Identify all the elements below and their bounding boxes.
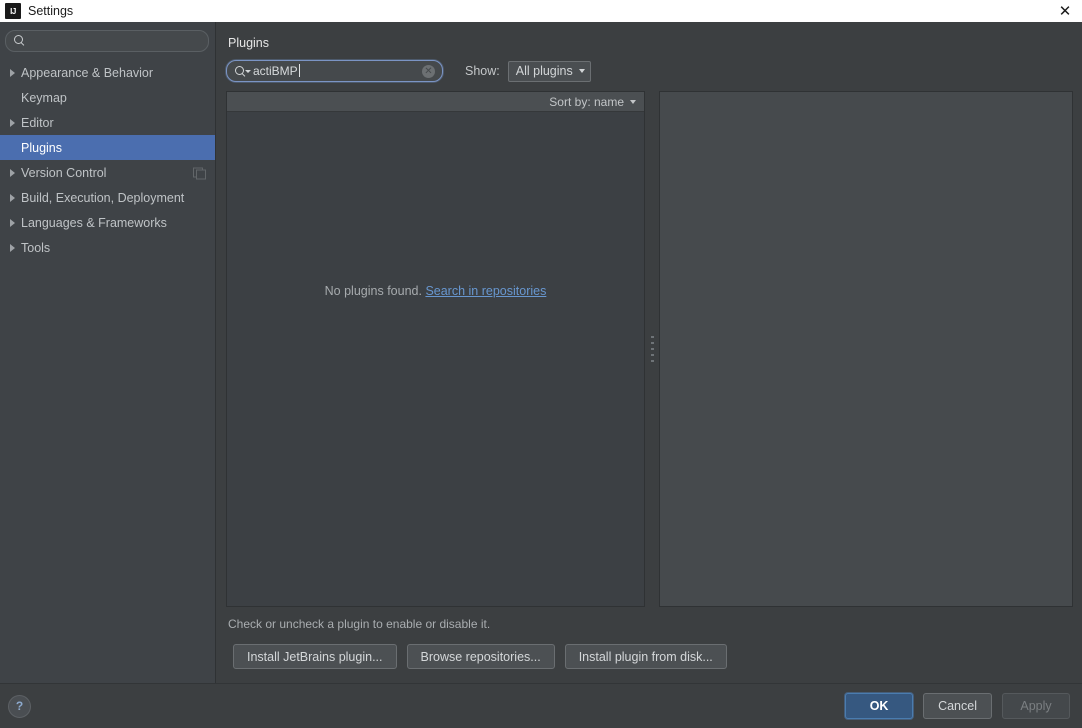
plugin-search-field[interactable]: actiBMP ✕ [226,60,443,82]
chevron-right-icon[interactable] [4,118,21,127]
ok-button[interactable]: OK [845,693,914,719]
project-scope-icon [193,167,206,179]
settings-tree: Appearance & Behavior Keymap Editor Plug… [0,60,215,683]
plugin-list-panel: Sort by: name No plugins found. Search i… [226,91,645,607]
clear-search-icon[interactable]: ✕ [422,64,435,78]
sidebar-item-version-control[interactable]: Version Control [0,160,215,185]
sidebar-item-appearance-behavior[interactable]: Appearance & Behavior [0,60,215,85]
splitter-handle-icon [650,336,654,362]
sidebar-item-label: Editor [21,115,54,130]
chevron-down-icon [578,69,585,73]
title-bar: IJ Settings ✕ [0,0,1082,22]
page-title: Plugins [228,36,269,50]
sidebar-item-tools[interactable]: Tools [0,235,215,260]
plugin-action-buttons: Install JetBrains plugin... Browse repos… [226,644,1073,669]
plugins-page: Plugins actiBMP ✕ Show: All plugins Sort… [216,22,1082,683]
cancel-button[interactable]: Cancel [923,693,992,719]
plugin-list-body: No plugins found. Search in repositories [227,112,644,606]
settings-sidebar: Appearance & Behavior Keymap Editor Plug… [0,22,216,683]
dialog-body: Appearance & Behavior Keymap Editor Plug… [0,22,1082,683]
sidebar-item-languages-frameworks[interactable]: Languages & Frameworks [0,210,215,235]
sidebar-item-label: Keymap [21,90,67,105]
close-icon[interactable]: ✕ [1048,0,1082,22]
chevron-right-icon[interactable] [4,68,21,77]
show-filter-dropdown[interactable]: All plugins [507,60,591,82]
show-filter-value: All plugins [515,64,573,78]
sidebar-item-label: Plugins [21,140,62,155]
chevron-right-icon[interactable] [4,243,21,252]
sidebar-item-keymap[interactable]: Keymap [0,85,215,110]
search-in-repositories-link[interactable]: Search in repositories [425,284,546,298]
sidebar-item-label: Appearance & Behavior [21,65,154,80]
chevron-down-icon [630,99,636,104]
plugin-search-input[interactable]: actiBMP [253,64,298,78]
browse-repositories-button[interactable]: Browse repositories... [406,644,555,669]
text-cursor [298,64,300,77]
intellij-idea-logo-icon: IJ [5,3,21,19]
sidebar-item-label: Languages & Frameworks [21,215,167,230]
chevron-right-icon[interactable] [4,193,21,202]
sidebar-item-label: Build, Execution, Deployment [21,190,185,205]
help-icon[interactable]: ? [8,694,31,718]
empty-state-message: No plugins found. Search in repositories [325,284,547,298]
plugins-toolbar: actiBMP ✕ Show: All plugins [226,59,1073,83]
chevron-right-icon[interactable] [4,218,21,227]
no-plugins-found-text: No plugins found. [324,284,422,298]
sort-by-label: Sort by: name [549,94,624,109]
install-jetbrains-plugin-button[interactable]: Install JetBrains plugin... [233,644,397,669]
window-title: Settings [28,4,74,18]
settings-dialog: IJ Settings ✕ Appearance & Behavior Keym… [0,0,1082,728]
plugins-hint-text: Check or uncheck a plugin to enable or d… [228,617,491,631]
plugin-list-header[interactable]: Sort by: name [227,92,644,112]
install-plugin-from-disk-button[interactable]: Install plugin from disk... [564,644,727,669]
plugin-detail-panel [659,91,1073,607]
panel-splitter[interactable] [645,91,659,607]
sidebar-item-label: Version Control [21,165,107,180]
logo-text: IJ [10,6,16,16]
sidebar-item-editor[interactable]: Editor [0,110,215,135]
search-icon [14,35,26,47]
dialog-footer: ? OK Cancel Apply [0,683,1082,728]
sidebar-search-input[interactable] [26,33,200,49]
show-filter-label: Show: [465,64,500,78]
chevron-right-icon[interactable] [4,168,21,177]
sidebar-item-build-execution-deployment[interactable]: Build, Execution, Deployment [0,185,215,210]
apply-button[interactable]: Apply [1002,693,1070,719]
sidebar-item-plugins[interactable]: Plugins [0,135,215,160]
plugins-panels: Sort by: name No plugins found. Search i… [226,91,1073,607]
search-icon[interactable] [235,65,251,77]
sidebar-search-field[interactable] [5,30,209,52]
sidebar-item-label: Tools [21,240,51,255]
